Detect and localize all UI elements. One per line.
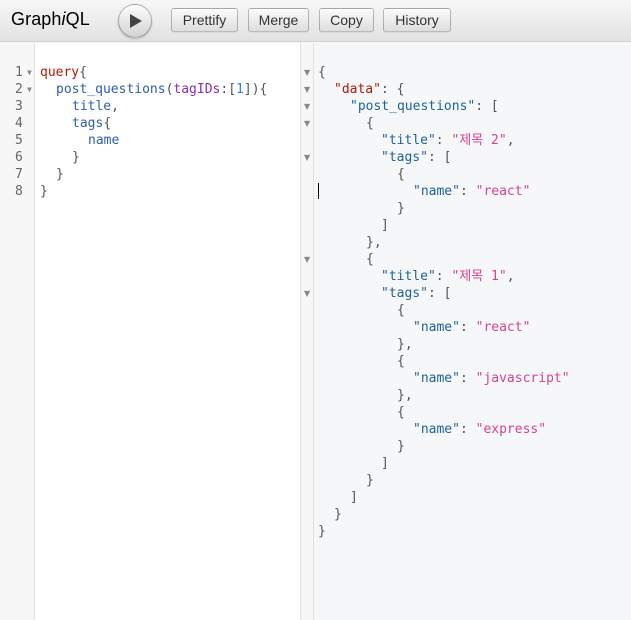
fold-arrow-icon[interactable]: ▼ — [304, 251, 310, 268]
code-line: } — [56, 167, 64, 182]
json-line: "name": "react" — [413, 320, 531, 335]
fold-arrow-icon[interactable]: ▼ — [304, 285, 310, 302]
json-line: { — [397, 405, 405, 420]
code-line: name — [88, 133, 120, 148]
query-editor[interactable]: 1 2 3 4 5 6 7 8 ▼ ▼ query{ post_question… — [0, 43, 300, 620]
line-number: 6 — [15, 150, 23, 165]
code-line: tags{ — [72, 116, 112, 131]
line-number: 3 — [15, 99, 23, 114]
fold-arrow-icon[interactable]: ▼ — [304, 64, 310, 81]
prettify-button[interactable]: Prettify — [171, 8, 238, 32]
json-line: { — [397, 354, 405, 369]
fold-arrow-icon[interactable]: ▼ — [304, 115, 310, 132]
code-line: } — [40, 184, 48, 199]
graphiql-logo: GraphiQL — [11, 9, 90, 29]
json-line: } — [334, 507, 342, 522]
json-line: }, — [397, 337, 413, 352]
json-line: "title": "제목 1", — [381, 269, 515, 284]
line-number: 4 — [15, 116, 23, 131]
copy-button[interactable]: Copy — [319, 8, 374, 32]
execute-query-button[interactable] — [118, 4, 152, 38]
json-line: "name": "express" — [413, 422, 547, 437]
json-line: "name": "react" — [413, 184, 531, 199]
json-line: "name": "javascript" — [413, 371, 570, 386]
json-line: } — [397, 439, 405, 454]
json-line: ] — [350, 490, 358, 505]
line-number: 2 — [15, 82, 23, 97]
json-line: "title": "제목 2", — [381, 133, 515, 148]
json-line: { — [366, 252, 374, 267]
json-line: "data": { — [334, 82, 405, 97]
fold-arrow-icon[interactable]: ▼ — [304, 149, 310, 166]
play-icon — [130, 14, 142, 28]
json-line: ] — [381, 456, 389, 471]
json-line: ] — [381, 218, 389, 233]
fold-arrow-icon[interactable]: ▼ — [304, 81, 310, 98]
fold-arrow-icon[interactable]: ▼ — [304, 98, 310, 115]
line-number: 5 — [15, 133, 23, 148]
json-line: { — [397, 303, 405, 318]
json-line: } — [397, 201, 405, 216]
text-cursor — [318, 183, 319, 199]
line-number: 7 — [15, 167, 23, 182]
code-line: query{ — [40, 65, 87, 80]
toolbar: GraphiQL Prettify Merge Copy History — [0, 0, 631, 42]
history-button[interactable]: History — [383, 8, 451, 32]
code-line: title, — [72, 99, 119, 114]
code-line: } — [72, 150, 80, 165]
fold-arrow-icon[interactable]: ▼ — [27, 64, 32, 81]
line-number: 8 — [15, 184, 23, 199]
json-line: "tags": [ — [381, 286, 452, 301]
fold-arrow-icon[interactable]: ▼ — [27, 81, 32, 98]
code-line: post_questions(tagIDs:[1]){ — [56, 82, 268, 97]
json-line: { — [318, 65, 326, 80]
json-line: } — [318, 524, 326, 539]
json-line: "tags": [ — [381, 150, 452, 165]
merge-button[interactable]: Merge — [248, 8, 309, 32]
json-line: } — [366, 473, 374, 488]
line-number: 1 — [15, 65, 23, 80]
json-line: }, — [397, 388, 413, 403]
json-line: { — [366, 116, 374, 131]
json-line: "post_questions": [ — [350, 99, 499, 114]
json-line: { — [397, 167, 405, 182]
json-line: }, — [366, 235, 382, 250]
